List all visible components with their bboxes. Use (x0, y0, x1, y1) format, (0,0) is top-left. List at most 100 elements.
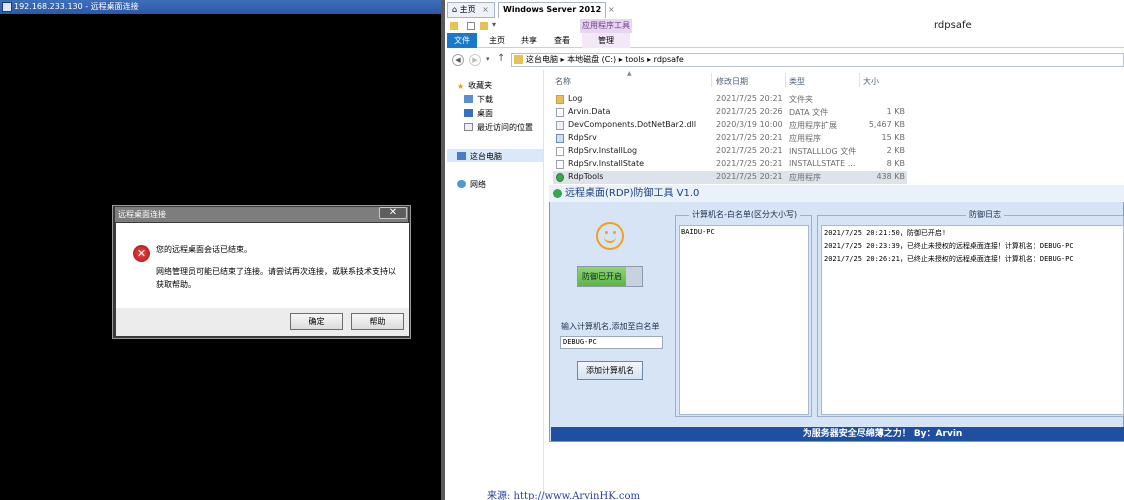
recent-locations-chevron-icon[interactable]: ▾ (486, 55, 490, 63)
nav-this-pc[interactable]: 这台电脑 (457, 151, 502, 162)
help-button[interactable]: 帮助 (351, 313, 404, 330)
smiley-icon (596, 222, 624, 250)
file-size: 438 KB (876, 172, 905, 181)
file-name: Log (568, 94, 583, 103)
file-name: RdpSrv.InstallState (568, 159, 644, 168)
file-list-header: ▲ 名称 修改日期 类型 大小 (553, 70, 907, 87)
add-computer-button[interactable]: 添加计算机名 (577, 361, 643, 380)
file-type: DATA 文件 (789, 108, 829, 117)
file-row[interactable]: RdpSrv.InstallLog 2021/7/25 20:21 INSTAL… (553, 145, 907, 158)
file-row[interactable]: RdpSrv.InstallState 2021/7/25 20:21 INST… (553, 158, 907, 171)
tab-windows-server[interactable]: Windows Server 2012 × (498, 2, 615, 18)
nav-downloads[interactable]: 下载 (464, 94, 493, 105)
file-icon (556, 147, 564, 156)
folder-icon[interactable] (450, 22, 458, 30)
file-row[interactable]: Arvin.Data 2021/7/25 20:26 DATA 文件 1 KB (553, 106, 907, 119)
file-row[interactable]: DevComponents.DotNetBar2.dll 2020/3/19 1… (553, 119, 907, 132)
nav-this-pc-label: 这台电脑 (470, 152, 502, 161)
file-type: 应用程序 (789, 173, 821, 182)
column-date[interactable]: 修改日期 (716, 76, 748, 87)
whitelist-listbox[interactable] (679, 225, 809, 415)
file-date: 2020/3/19 10:00 (716, 120, 783, 129)
tab-windows-server-close-icon[interactable]: × (608, 5, 615, 14)
address-bar[interactable]: 这台电脑 ▸ 本地磁盘 (C:) ▸ tools ▸ rdpsafe (511, 53, 1124, 67)
file-date: 2021/7/25 20:21 (716, 172, 783, 181)
ribbon-tab-home[interactable]: 主页 (482, 33, 512, 48)
column-size[interactable]: 大小 (863, 76, 879, 87)
file-type: INSTALLLOG 文件 (789, 147, 857, 156)
defense-toggle-on-label[interactable]: 防御已开启 (578, 267, 626, 286)
dll-icon (556, 121, 564, 130)
tab-home-label: 主页 (459, 5, 476, 14)
log-line: 2021/7/25 20:26:21，已终止未授权的远程桌面连接！计算机名：DE… (824, 255, 1074, 263)
ok-button[interactable]: 确定 (290, 313, 343, 330)
nav-favorites[interactable]: ★ 收藏夹 (457, 80, 492, 91)
file-date: 2021/7/25 20:21 (716, 159, 783, 168)
app-tools-context-tab[interactable]: 应用程序工具 (580, 19, 632, 33)
recent-places-icon (464, 123, 473, 131)
file-row[interactable]: RdpSrv 2021/7/25 20:21 应用程序 15 KB (553, 132, 907, 145)
app-footer-banner: 为服务器安全尽绵薄之力！ By：Arvin (551, 427, 1124, 441)
shield-icon (553, 189, 562, 198)
rdp-app-icon (2, 2, 12, 12)
file-size: 15 KB (881, 133, 905, 142)
column-type[interactable]: 类型 (789, 76, 805, 87)
column-name[interactable]: 名称 (555, 76, 571, 87)
ribbon-tab-manage[interactable]: 管理 (582, 33, 630, 48)
nav-downloads-label: 下载 (477, 95, 493, 104)
file-row[interactable]: Log 2021/7/25 20:21 文件夹 (553, 93, 907, 106)
file-date: 2021/7/25 20:21 (716, 133, 783, 142)
rdptools-shield-icon (556, 173, 564, 182)
computer-name-input[interactable]: DEBUG-PC (560, 336, 663, 349)
nav-network-label: 网络 (470, 180, 486, 189)
nav-desktop-label: 桌面 (477, 109, 493, 118)
file-size: 8 KB (886, 159, 905, 168)
dialog-close-button[interactable]: ✕ (379, 207, 407, 219)
file-icon (556, 160, 564, 169)
file-row-selected[interactable]: RdpTools 2021/7/25 20:21 应用程序 438 KB (553, 171, 907, 184)
application-icon (556, 134, 564, 143)
chevron-down-icon[interactable]: ▾ (492, 20, 496, 29)
tab-home[interactable]: ⌂ 主页 × (447, 2, 495, 18)
forward-arrow-icon[interactable]: ▶ (469, 54, 481, 66)
file-type: 应用程序 (789, 134, 821, 143)
dialog-footer: 确定 帮助 (116, 308, 409, 336)
file-type: 文件夹 (789, 95, 813, 104)
whitelist-item[interactable]: BAIDU-PC (681, 228, 715, 236)
back-arrow-icon[interactable]: ◀ (452, 54, 464, 66)
window-title: rdpsafe (934, 20, 972, 31)
properties-icon[interactable] (467, 22, 475, 30)
up-arrow-icon[interactable]: ↑ (497, 53, 505, 64)
nav-network[interactable]: 网络 (457, 179, 486, 190)
file-size: 5,467 KB (868, 120, 905, 129)
nav-desktop[interactable]: 桌面 (464, 108, 493, 119)
new-folder-icon[interactable] (480, 22, 488, 30)
file-type: INSTALLSTATE ... (789, 159, 856, 168)
file-name: DevComponents.DotNetBar2.dll (568, 120, 697, 129)
file-name: RdpSrv.InstallLog (568, 146, 638, 155)
computer-icon (457, 152, 466, 160)
ribbon-tab-share[interactable]: 共享 (514, 33, 544, 48)
ribbon-tab-file[interactable]: 文件 (447, 33, 477, 48)
rdp-titlebar: 192.168.233.130 - 远程桌面连接 (0, 0, 441, 14)
file-name: RdpTools (568, 172, 604, 181)
file-size: 1 KB (886, 107, 905, 116)
log-line: 2021/7/25 20:21:50，防御已开启! (824, 229, 947, 237)
file-name: Arvin.Data (568, 107, 611, 116)
tab-home-close-icon[interactable]: × (482, 5, 489, 14)
whitelist-input-label: 输入计算机名,添加至白名单 (561, 322, 660, 331)
app-titlebar: 远程桌面(RDP)防御工具 V1.0 (549, 185, 1124, 202)
defense-log-title: 防御日志 (966, 209, 1004, 220)
source-watermark: 来源: http://www.ArvinHK.com (487, 491, 640, 500)
log-line: 2021/7/25 20:23:39，已终止未授权的远程桌面连接！计算机名：DE… (824, 242, 1074, 250)
ribbon-tab-view[interactable]: 查看 (547, 33, 577, 48)
file-name: RdpSrv (568, 133, 597, 142)
file-icon (556, 108, 564, 117)
error-icon: ✕ (133, 245, 150, 262)
folder-icon (556, 95, 564, 104)
file-date: 2021/7/25 20:21 (716, 146, 783, 155)
star-icon: ★ (457, 82, 465, 91)
quick-access-toolbar: ▾ (447, 19, 580, 33)
nav-recent[interactable]: 最近访问的位置 (464, 122, 533, 133)
nav-recent-label: 最近访问的位置 (477, 123, 533, 132)
